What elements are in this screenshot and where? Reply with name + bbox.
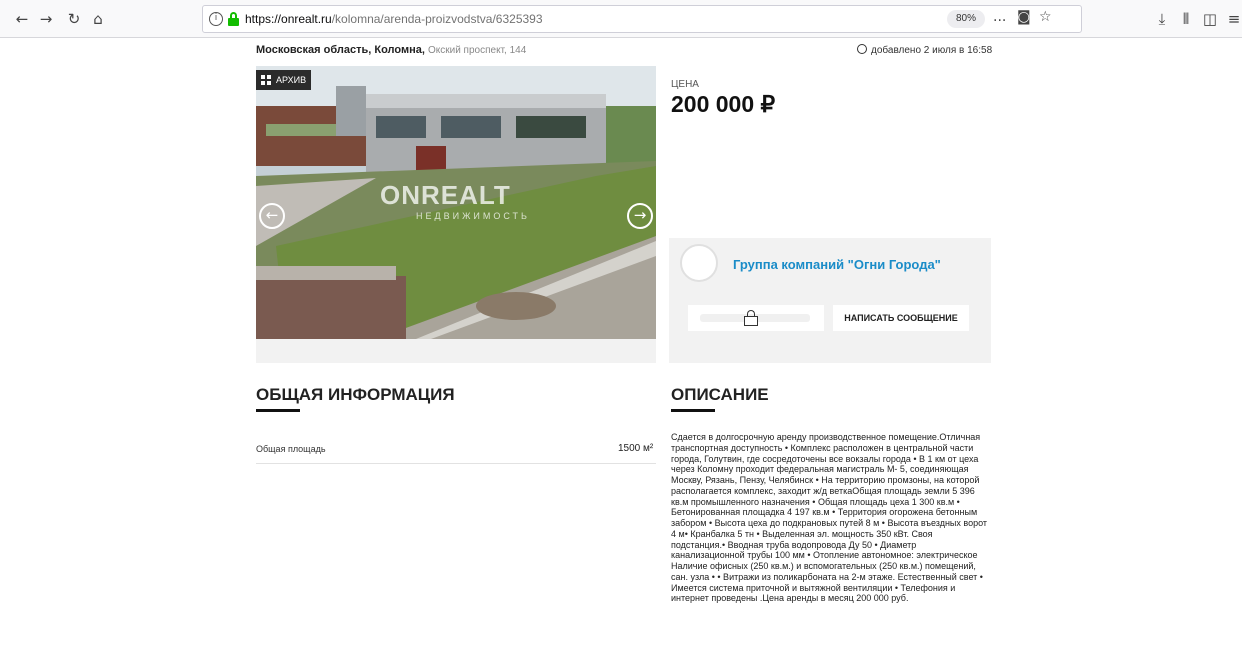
watermark-subtext: НЕДВИЖИМОСТЬ [416,211,530,221]
divider [256,463,656,464]
browser-toolbar: ← → ↻ ⌂ i https://onrealt.ru/kolomna/are… [0,0,1242,38]
seller-avatar[interactable] [680,244,718,282]
address-bar[interactable]: i https://onrealt.ru/kolomna/arenda-proi… [202,5,1082,33]
menu-icon[interactable]: ≡ [1224,9,1242,29]
photo-thumbnail-strip [256,339,656,363]
back-icon[interactable]: ← [12,9,32,29]
seller-name-link[interactable]: Группа компаний "Огни Города" [733,257,941,272]
prev-photo-arrow-icon[interactable]: ← [259,203,285,229]
total-area-label: Общая площадь [256,444,326,454]
url-host: https://onrealt.ru [245,12,332,26]
lock-icon[interactable] [228,12,239,26]
home-icon[interactable]: ⌂ [88,9,108,29]
added-text: добавлено 2 июля в 16:58 [871,45,993,56]
zoom-level[interactable]: 80% [947,10,985,28]
listing-region: Московская область, Коломна, [256,44,425,56]
listing-address: Окский проспект, 144 [427,45,527,56]
archive-label: АРХИВ [276,75,307,85]
write-message-button[interactable]: НАПИСАТЬ СООБЩЕНИЕ [833,305,969,331]
description-heading: ОПИСАНИЕ [671,385,769,404]
clock-icon [857,44,867,54]
archive-icon [261,75,271,85]
heading-underline [256,409,300,412]
url-text[interactable]: https://onrealt.ru/kolomna/arenda-proizv… [245,12,543,26]
price-label: ЦЕНА [671,79,699,90]
total-area-value: 1500 м² [618,443,654,454]
listing-location: Московская область, Коломна, Окский прос… [256,44,526,56]
pocket-icon[interactable]: ◙ [1017,9,1031,25]
url-path: /kolomna/arenda-proizvodstva/6325393 [331,12,543,26]
lock-icon [744,310,758,326]
heading-underline [671,409,715,412]
library-icon[interactable]: ⫴ [1176,9,1196,29]
description-text: Сдается в долгосрочную аренду производст… [671,432,988,604]
onrealt-watermark: ONREALT НЕДВИЖИМОСТЬ [380,180,530,221]
price-value: 200 000 ₽ [671,91,776,117]
watermark-text: ONREALT [380,180,511,210]
page-actions-icon[interactable]: ... [993,9,1006,25]
next-photo-arrow-icon[interactable]: → [627,203,653,229]
archive-badge: АРХИВ [256,70,311,90]
show-phone-button[interactable] [688,305,824,331]
reload-icon[interactable]: ↻ [64,9,84,29]
download-icon[interactable]: ⤓ [1152,9,1172,29]
bookmark-star-icon[interactable]: ☆ [1039,9,1052,25]
info-icon[interactable]: i [209,12,223,26]
general-info-heading: ОБЩАЯ ИНФОРМАЦИЯ [256,385,455,404]
sidebar-icon[interactable]: ◫ [1200,9,1220,29]
forward-icon[interactable]: → [36,9,56,29]
listing-added-date: добавлено 2 июля в 16:58 [857,44,992,56]
